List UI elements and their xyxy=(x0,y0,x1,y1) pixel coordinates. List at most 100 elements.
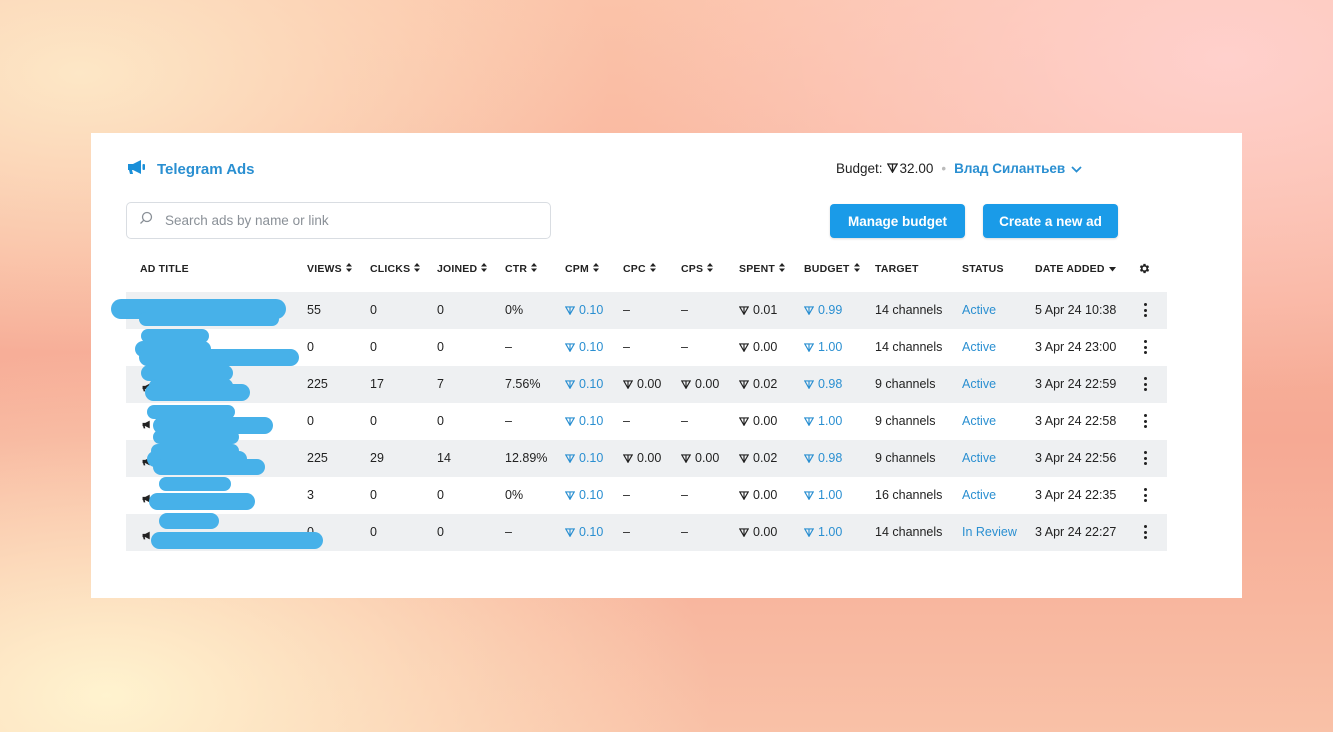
cell-views: 225 xyxy=(307,451,328,465)
cell-clicks: 29 xyxy=(370,451,384,465)
more-vertical-icon[interactable] xyxy=(1144,414,1148,429)
cell-status[interactable]: Active xyxy=(962,329,996,366)
gear-icon[interactable] xyxy=(1138,262,1151,275)
brand[interactable]: Telegram Ads xyxy=(127,159,255,180)
table-row[interactable]: 225 17 7 7.56% 0.10 0.00 0.00 0.02 0.98 9 channel… xyxy=(126,366,1167,403)
column-ad-title: AD TITLE xyxy=(140,263,189,275)
column-views[interactable]: VIEWS xyxy=(307,263,352,275)
cell-clicks: 0 xyxy=(370,303,377,317)
cell-joined: 0 xyxy=(437,303,444,317)
cell-budget[interactable]: 0.98 xyxy=(803,366,842,403)
cell-date: 3 Apr 24 22:35 xyxy=(1035,488,1117,502)
cell-status[interactable]: Active xyxy=(962,366,996,403)
column-ctr[interactable]: CTR xyxy=(505,263,538,275)
manage-budget-button[interactable]: Manage budget xyxy=(830,204,965,238)
table-row[interactable]: 3 0 0 0% 0.10 – – 0.00 1.00 16 channels Active 3 Ap… xyxy=(126,477,1167,514)
ton-icon xyxy=(738,403,751,440)
cell-cpc: – xyxy=(623,303,630,317)
cell-cpm[interactable]: 0.10 xyxy=(564,329,603,366)
ads-table-body: 55 0 0 0% 0.10 – – 0.01 0.99 14 channels Active 5 A… xyxy=(126,292,1167,551)
cell-status[interactable]: Active xyxy=(962,440,996,477)
ton-icon xyxy=(803,514,816,551)
ton-icon xyxy=(738,440,751,477)
search-box[interactable] xyxy=(126,202,551,239)
sort-icon xyxy=(853,263,860,275)
cell-cpc: – xyxy=(623,414,630,428)
more-vertical-icon[interactable] xyxy=(1144,303,1148,318)
cell-joined: 0 xyxy=(437,340,444,354)
redaction-mark xyxy=(159,513,219,529)
cell-budget[interactable]: 1.00 xyxy=(803,514,842,551)
cell-budget[interactable]: 0.99 xyxy=(803,292,842,329)
column-spent[interactable]: SPENT xyxy=(739,263,786,275)
column-date-added[interactable]: DATE ADDED xyxy=(1035,263,1116,275)
more-vertical-icon[interactable] xyxy=(1144,377,1148,392)
column-cpc[interactable]: CPC xyxy=(623,263,656,275)
column-cps[interactable]: CPS xyxy=(681,263,714,275)
cell-budget[interactable]: 0.98 xyxy=(803,440,842,477)
cell-spent: 0.01 xyxy=(738,292,777,329)
column-cpm[interactable]: CPM xyxy=(565,263,599,275)
ton-icon xyxy=(803,477,816,514)
more-vertical-icon[interactable] xyxy=(1144,451,1148,466)
cell-cpm[interactable]: 0.10 xyxy=(564,366,603,403)
ton-icon xyxy=(803,292,816,329)
cell-clicks: 0 xyxy=(370,525,377,539)
cell-target: 14 channels xyxy=(875,525,943,539)
cell-ctr: 0% xyxy=(505,488,524,502)
cell-status[interactable]: Active xyxy=(962,477,996,514)
ton-icon xyxy=(564,329,577,366)
cell-spent: 0.02 xyxy=(738,440,777,477)
ads-dashboard-panel: Telegram Ads Budget: 32.00 • Влад Силант… xyxy=(91,133,1242,598)
separator-dot: • xyxy=(941,161,947,176)
cell-date: 3 Apr 24 23:00 xyxy=(1035,340,1117,354)
ton-icon xyxy=(803,366,816,403)
table-row[interactable]: 225 29 14 12.89% 0.10 0.00 0.00 0.02 0.98 9 chann… xyxy=(126,440,1167,477)
column-clicks[interactable]: CLICKS xyxy=(370,263,421,275)
search-input[interactable] xyxy=(163,212,537,229)
cell-cpm[interactable]: 0.10 xyxy=(564,477,603,514)
cell-target: 14 channels xyxy=(875,340,943,354)
cell-budget[interactable]: 1.00 xyxy=(803,477,842,514)
sort-icon xyxy=(649,263,656,275)
sort-icon xyxy=(345,263,352,275)
cell-spent: 0.02 xyxy=(738,366,777,403)
redaction-mark xyxy=(159,477,231,491)
cell-cpc: – xyxy=(623,340,630,354)
cell-cpm[interactable]: 0.10 xyxy=(564,403,603,440)
cell-target: 9 channels xyxy=(875,414,936,428)
cell-cps: – xyxy=(681,525,688,539)
cell-budget[interactable]: 1.00 xyxy=(803,329,842,366)
cell-ctr: – xyxy=(505,414,512,428)
cell-ctr: 12.89% xyxy=(505,451,548,465)
cell-status[interactable]: Active xyxy=(962,403,996,440)
cell-clicks: 17 xyxy=(370,377,384,391)
table-row[interactable]: 0 0 0 – 0.10 – – 0.00 1.00 9 channels Active 3 Apr … xyxy=(126,403,1167,440)
ton-icon xyxy=(738,514,751,551)
more-vertical-icon[interactable] xyxy=(1144,488,1148,503)
create-ad-button[interactable]: Create a new ad xyxy=(983,204,1118,238)
cell-target: 16 channels xyxy=(875,488,943,502)
cell-budget[interactable]: 1.00 xyxy=(803,403,842,440)
cell-cpm[interactable]: 0.10 xyxy=(564,514,603,551)
cell-ctr: 0% xyxy=(505,303,524,317)
table-header: AD TITLE VIEWS CLICKS JOINED CTR CPM CPC… xyxy=(126,263,1167,283)
column-joined[interactable]: JOINED xyxy=(437,263,488,275)
column-budget[interactable]: BUDGET xyxy=(804,263,860,275)
cell-target: 14 channels xyxy=(875,303,943,317)
more-vertical-icon[interactable] xyxy=(1144,525,1148,540)
account-menu[interactable]: Влад Силантьев xyxy=(954,161,1082,176)
cell-spent: 0.00 xyxy=(738,477,777,514)
cell-cps: – xyxy=(681,488,688,502)
cell-status[interactable]: In Review xyxy=(962,514,1017,551)
cell-cpm[interactable]: 0.10 xyxy=(564,440,603,477)
cell-clicks: 0 xyxy=(370,488,377,502)
cell-status[interactable]: Active xyxy=(962,292,996,329)
cell-joined: 0 xyxy=(437,488,444,502)
column-target: TARGET xyxy=(875,263,919,275)
cell-cps: 0.00 xyxy=(680,440,719,477)
cell-date: 3 Apr 24 22:59 xyxy=(1035,377,1117,391)
cell-cps: – xyxy=(681,414,688,428)
cell-cpm[interactable]: 0.10 xyxy=(564,292,603,329)
more-vertical-icon[interactable] xyxy=(1144,340,1148,355)
